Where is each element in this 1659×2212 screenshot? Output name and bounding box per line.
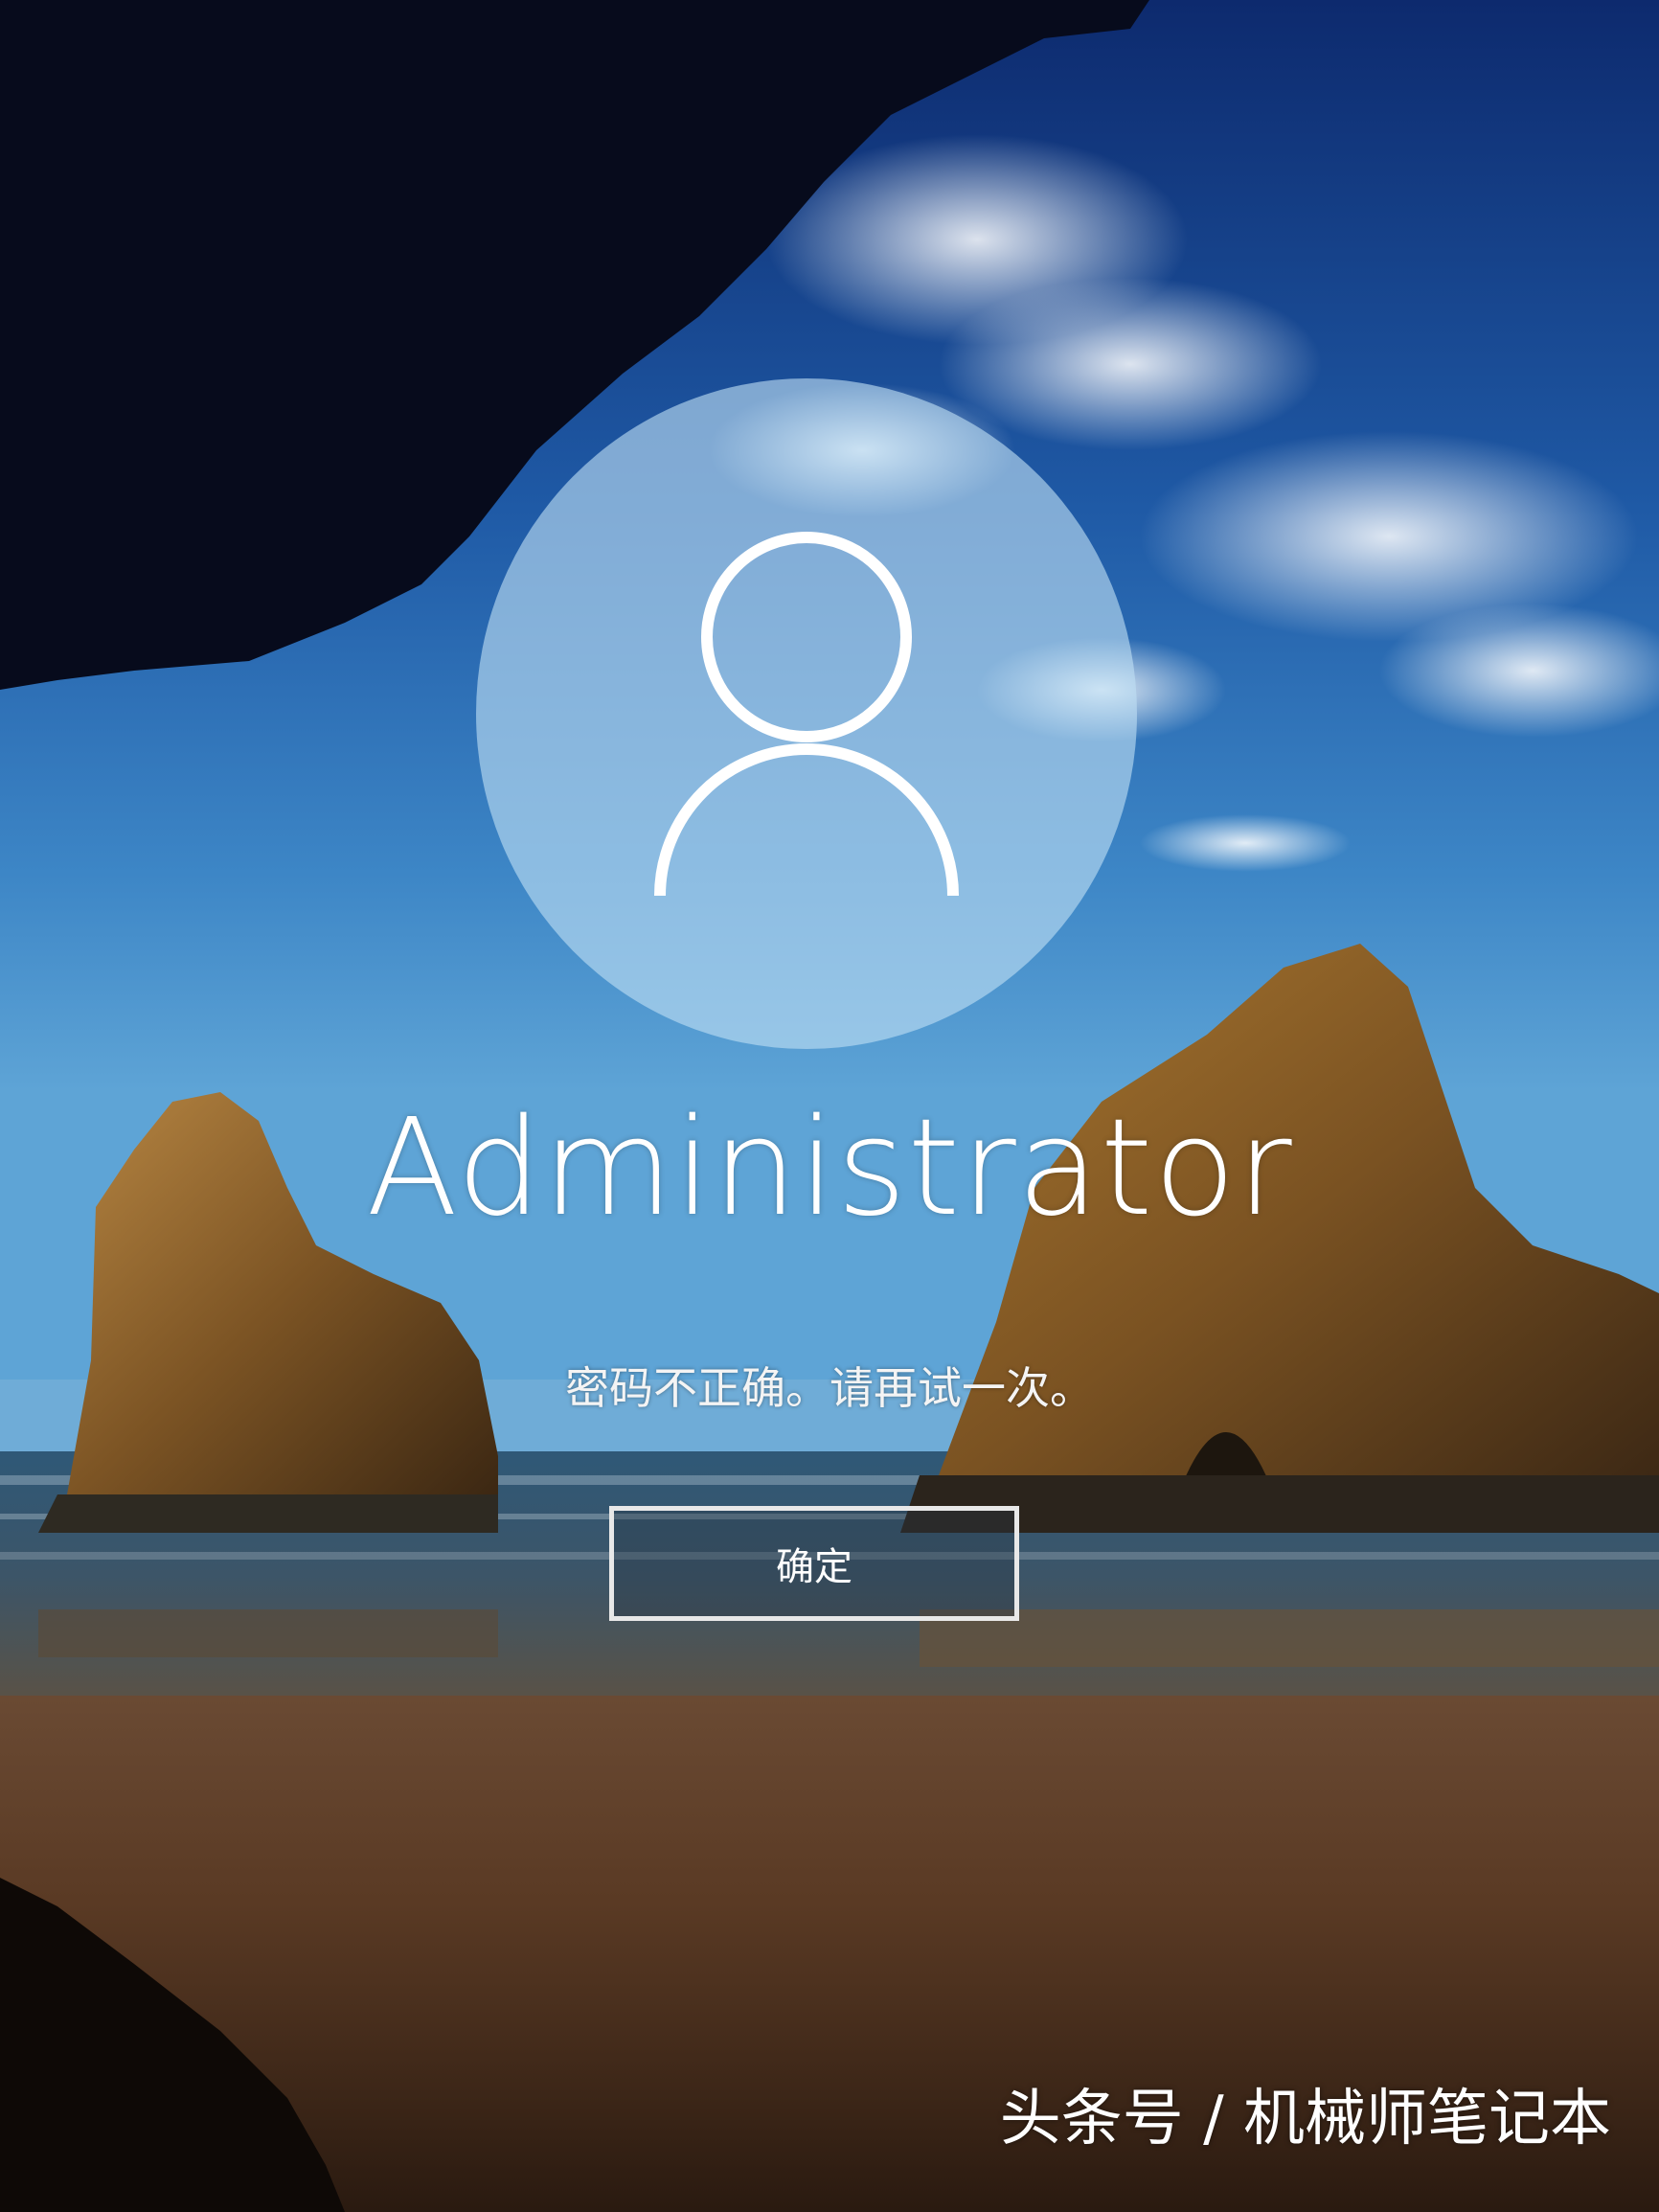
error-message: 密码不正确。请再试一次。 [565,1362,1094,1414]
user-avatar [476,378,1137,1049]
user-silhouette-icon [654,532,959,897]
username-label: Administrator [366,1090,1293,1246]
ok-button[interactable]: 确定 [609,1506,1019,1621]
watermark-text: 头条号 / 机械师笔记本 [999,2084,1611,2155]
ok-button-label: 确定 [776,1545,852,1589]
